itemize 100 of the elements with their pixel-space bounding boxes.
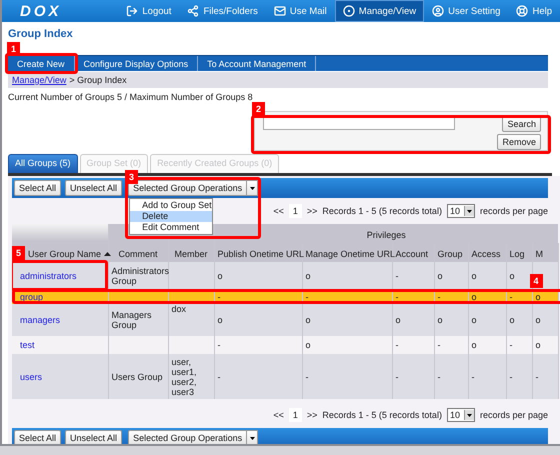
table-cell: - [510,292,512,302]
table-cell: o [396,315,401,325]
group-name-link[interactable]: users [20,372,42,382]
caret-icon [466,210,472,212]
group-operations-button[interactable]: Selected Group Operations [128,430,248,444]
search-field[interactable] [263,117,455,130]
table-cell: Administrators Group [112,266,170,286]
table-cell: o [510,270,515,280]
mail-icon [274,5,286,17]
nav-item[interactable]: Help [508,0,560,22]
table-cell: o [306,270,311,280]
nav-item[interactable]: Files/Folders [179,0,266,22]
page-number: 1 [288,408,302,422]
table-cell: - [438,340,440,350]
column-header[interactable]: Access [468,243,506,262]
group-name-link[interactable]: test [20,340,35,350]
column-header[interactable]: Group [434,243,468,262]
table-cell: o [438,315,443,325]
table-cell: o [306,315,311,325]
menu-item[interactable]: Delete [130,211,212,222]
table-cell: o [306,340,311,350]
table-cell: o [472,270,477,280]
dropdown-button[interactable] [247,180,258,196]
callout-number: 4 [530,274,542,288]
callout-number: 3 [125,170,138,184]
page-title: Group Index [8,27,74,40]
table-cell: o [536,315,541,325]
next-page-link[interactable]: >> [306,206,318,216]
column-header[interactable]: Log [506,243,532,262]
table-cell: - [396,270,398,280]
table-cell: o [218,315,223,325]
callout-number: 5 [12,246,25,260]
column-group-header: Privileges [214,224,558,243]
breadcrumb-link[interactable]: Manage/View [12,75,66,85]
table-cell: user, user1, user2, user3 [172,356,197,396]
sort-ascending-icon [104,252,112,256]
per-page-label: records per page [480,410,548,420]
logout-icon [126,5,138,17]
select-all-button[interactable]: Select All [14,430,62,444]
caret-icon [250,436,255,440]
table-cell: o [536,340,541,350]
table-cell: Users Group [112,372,163,382]
callout-number: 1 [7,42,20,56]
nav-item[interactable]: Manage/View [334,0,424,22]
nav-item[interactable]: Logout [118,0,180,22]
unselect-all-button[interactable]: Unselect All [65,430,122,444]
table-cell: o [472,292,477,302]
per-page-select[interactable]: 10 [446,408,475,422]
remove-button[interactable]: Remove [497,134,541,150]
column-header[interactable]: Account [392,243,434,262]
table-cell: - [396,340,398,350]
table-cell: o [510,315,515,325]
column-header[interactable]: M [532,243,558,262]
table-cell: - [536,372,538,382]
caret-icon [466,414,472,416]
logo: DOX [19,2,62,22]
nav-item[interactable]: User Setting [424,0,508,22]
caret-icon [250,186,255,190]
table-cell: - [472,372,474,382]
table-cell: o [536,292,541,302]
dropdown-button[interactable] [247,430,258,444]
page-number: 1 [288,204,302,218]
select-all-button[interactable]: Select All [14,180,62,196]
table-cell: o [472,315,477,325]
nav-item[interactable]: Use Mail [266,0,335,22]
toolbar-link[interactable]: To Account Management [198,56,316,71]
per-page-select[interactable]: 10 [446,204,475,218]
lifebuoy-icon [516,5,528,17]
table-cell: Managers Group [112,310,152,330]
table-cell: o [472,340,477,350]
table-cell: o [218,270,223,280]
breadcrumb-current: > Group Index [69,75,127,85]
share-icon [187,5,200,17]
table-cell: dox [172,304,186,314]
tab[interactable]: All Groups (5) [8,154,78,173]
group-operations-button[interactable]: Selected Group Operations [128,180,248,196]
table-cell: - [438,292,440,302]
column-header[interactable]: Publish Onetime URL [214,243,302,262]
callout-number: 2 [252,102,265,116]
table-cell: - [218,372,220,382]
unselect-all-button[interactable]: Unselect All [65,180,122,196]
previous-page-link[interactable]: << [273,206,284,216]
group-name-link[interactable]: managers [20,315,60,325]
table-cell: - [306,292,308,302]
previous-page-link[interactable]: << [273,410,284,420]
toolbar-link[interactable]: Configure Display Options [74,56,198,71]
table-cell: - [396,292,398,302]
table-cell: - [218,340,220,350]
records-count: Records 1 - 5 (5 records total) [322,410,442,420]
table-cell: - [510,372,512,382]
group-count-text: Current Number of Groups 5 / Maximum Number of Groups 8 [8,92,254,104]
table-cell: - [438,372,440,382]
table-cell: - [510,340,512,350]
group-name-link[interactable]: administrators [20,270,77,280]
user-icon [432,5,444,17]
next-page-link[interactable]: >> [306,410,318,420]
per-page-label: records per page [480,206,548,216]
table-cell: - [218,292,220,302]
table-cell: o [438,270,443,280]
table-cell: - [396,372,398,382]
